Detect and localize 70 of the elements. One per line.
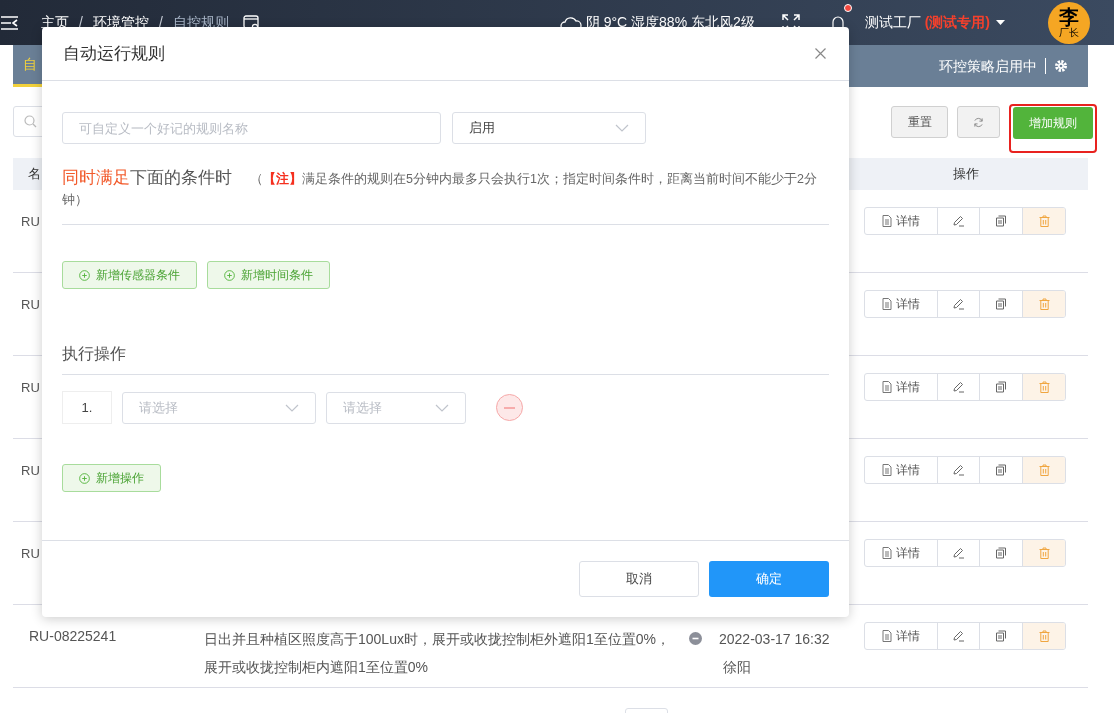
- pencil-icon: [952, 547, 965, 559]
- rule-id: RU: [21, 463, 40, 478]
- breadcrumb-separator: /: [158, 13, 163, 32]
- copy-icon: [995, 381, 1007, 393]
- actions-heading: 执行操作: [62, 342, 829, 375]
- strategy-status: 环控策略启用中: [939, 56, 1037, 76]
- plus-circle-icon: [79, 269, 90, 281]
- rule-id: RU: [21, 297, 40, 312]
- delete-button[interactable]: [1023, 540, 1065, 566]
- trash-icon: [1038, 630, 1050, 642]
- caret-down-icon: [996, 20, 1005, 25]
- cancel-button[interactable]: 取消: [579, 561, 699, 597]
- document-icon: [882, 630, 892, 642]
- copy-icon: [995, 215, 1007, 227]
- refresh-icon: [973, 116, 984, 128]
- row-index: 1.: [62, 391, 112, 424]
- reset-button[interactable]: 重置: [891, 106, 948, 138]
- factory-name[interactable]: 测试工厂 (测试专用): [864, 12, 990, 33]
- settings-icon[interactable]: [1054, 59, 1068, 73]
- document-icon: [882, 298, 892, 310]
- column-header: 操作: [953, 165, 979, 184]
- document-icon: [882, 381, 892, 393]
- document-icon: [882, 215, 892, 227]
- conditions-text: 同时满足下面的条件时 （【注】满足条件的规则在5分钟内最多只会执行1次；指定时间条件时，距离当前时间不能少于2分钟）: [62, 168, 818, 209]
- author-name: 徐阳: [723, 658, 752, 677]
- menu-icon[interactable]: [1, 15, 18, 30]
- avatar[interactable]: 李 厂长: [1048, 1, 1090, 44]
- chevron-down-icon: [285, 403, 299, 412]
- minus-icon: [504, 406, 515, 409]
- rule-id: RU: [21, 546, 40, 561]
- trash-icon: [1038, 464, 1050, 476]
- copy-icon: [995, 298, 1007, 310]
- delete-button[interactable]: [1023, 208, 1065, 234]
- plus-circle-icon: [224, 269, 235, 281]
- delete-button[interactable]: [1023, 291, 1065, 317]
- chevron-down-icon: [435, 403, 449, 412]
- updated-time: 2022-03-17 16:32: [719, 630, 831, 649]
- search-icon: [24, 115, 37, 128]
- state-select[interactable]: 启用: [452, 112, 646, 144]
- rule-id: RU: [21, 380, 40, 395]
- rule-description: 日出并且种植区照度高于100Lux时，展开或收拢控制柜外遮阳1至位置0%，展开或收拢控制柜内遮阳1至位置0%: [204, 630, 671, 677]
- chevron-down-icon: [615, 124, 629, 132]
- trash-icon: [1038, 381, 1050, 393]
- trash-icon: [1038, 298, 1050, 310]
- pencil-icon: [952, 381, 965, 393]
- pencil-icon: [952, 630, 965, 642]
- dialog-title: 自动运行规则: [63, 42, 165, 65]
- refresh-button[interactable]: [957, 106, 1000, 138]
- remove-button[interactable]: [496, 394, 523, 421]
- pencil-icon: [952, 464, 965, 476]
- breadcrumb-separator: /: [79, 13, 83, 32]
- rule-id: RU: [21, 214, 40, 229]
- delete-button[interactable]: [1023, 374, 1065, 400]
- copy-icon: [995, 630, 1007, 642]
- document-icon: [882, 464, 892, 476]
- delete-button[interactable]: [1023, 623, 1065, 649]
- trash-icon: [1038, 215, 1050, 227]
- pencil-icon: [952, 215, 965, 227]
- rule-id: RU-08225241: [29, 628, 117, 644]
- avatar-role: 厂长: [1059, 27, 1079, 38]
- trash-icon: [1038, 547, 1050, 559]
- plus-circle-icon: [79, 472, 90, 484]
- copy-icon: [995, 547, 1007, 559]
- column-header: 名: [28, 165, 42, 184]
- delete-button[interactable]: [1023, 457, 1065, 483]
- avatar-surname: 李: [1059, 7, 1079, 27]
- document-icon: [882, 547, 892, 559]
- copy-icon: [995, 464, 1007, 476]
- close-icon[interactable]: [815, 48, 826, 59]
- pencil-icon: [952, 298, 965, 310]
